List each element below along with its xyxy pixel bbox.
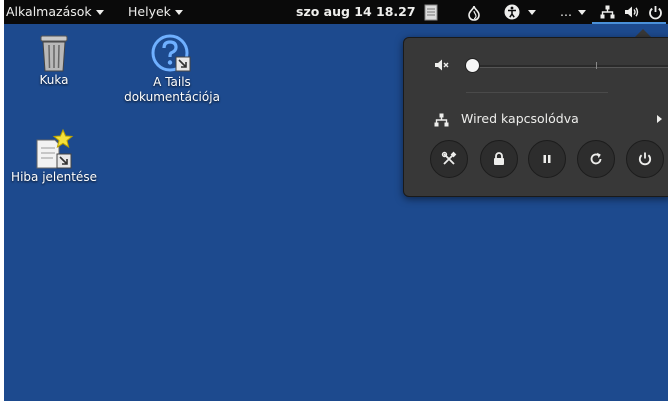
tor-onion-icon[interactable] [467, 3, 481, 21]
tools-icon [441, 151, 457, 165]
network-label: Wired kapcsolódva [461, 111, 579, 126]
settings-button[interactable] [430, 140, 468, 178]
clock-label: szo aug 14 18.27 [296, 4, 416, 19]
trash-label: Kuka [39, 73, 69, 87]
chevron-down-icon [577, 10, 586, 15]
trash-icon [36, 33, 72, 73]
volume-slider-mark [596, 62, 597, 69]
tails-docs-label-line2: dokumentációja [124, 90, 220, 104]
active-indicator [592, 22, 666, 24]
chevron-down-icon [174, 10, 183, 15]
menu-arrow [635, 29, 651, 37]
desktop: Alkalmazások Helyek szo aug 14 18.27 ... [4, 0, 668, 401]
applications-menu[interactable]: Alkalmazások [6, 0, 104, 24]
report-bug-label: Hiba jelentése [11, 170, 97, 184]
pause-icon [543, 155, 551, 163]
network-icon[interactable] [600, 3, 615, 21]
top-bar: Alkalmazások Helyek szo aug 14 18.27 ... [4, 0, 668, 24]
tails-docs-desktop-icon[interactable]: A Tails dokumentációja [116, 33, 228, 105]
suspend-button[interactable] [528, 140, 566, 178]
restart-button[interactable] [577, 140, 615, 178]
clock[interactable]: szo aug 14 18.27 [296, 0, 416, 24]
applications-label: Alkalmazások [6, 4, 92, 19]
system-menu: Wired kapcsolódva [403, 37, 668, 197]
menu-separator [466, 92, 608, 93]
accessibility-menu[interactable] [504, 3, 536, 21]
wired-network-item[interactable]: Wired kapcsolódva [404, 110, 668, 130]
tails-docs-label-line1: A Tails [153, 75, 191, 89]
power-off-button[interactable] [626, 140, 664, 178]
report-bug-desktop-icon[interactable]: Hiba jelentése [8, 128, 100, 185]
places-label: Helyek [128, 4, 171, 19]
lock-icon [494, 152, 504, 165]
volume-slider-knob[interactable] [465, 58, 481, 73]
power-icon [638, 152, 652, 166]
network-wired-icon [434, 113, 449, 130]
chevron-right-icon [657, 115, 662, 123]
trash-desktop-icon[interactable]: Kuka [14, 33, 94, 88]
volume-muted-icon[interactable] [434, 58, 450, 75]
restart-icon [590, 152, 602, 165]
volume-icon[interactable] [624, 3, 640, 21]
more-label: ... [560, 4, 572, 19]
lock-button[interactable] [480, 140, 518, 178]
clipboard-icon[interactable] [424, 3, 438, 21]
power-icon[interactable] [648, 3, 663, 21]
more-menu[interactable]: ... [560, 0, 586, 24]
places-menu[interactable]: Helyek [128, 0, 183, 24]
volume-slider[interactable] [466, 62, 668, 69]
accessibility-icon [504, 4, 520, 20]
chevron-down-icon [528, 9, 536, 15]
chevron-down-icon [95, 10, 104, 15]
help-icon [150, 33, 194, 75]
bug-report-icon [33, 128, 75, 170]
